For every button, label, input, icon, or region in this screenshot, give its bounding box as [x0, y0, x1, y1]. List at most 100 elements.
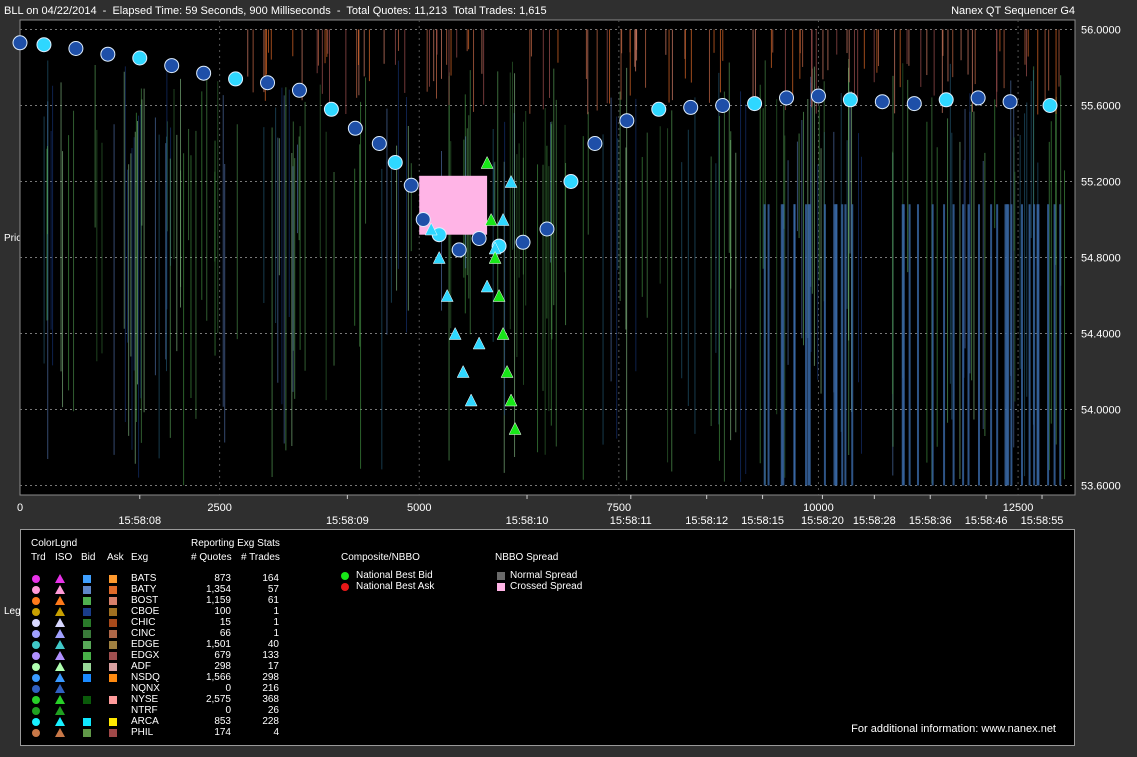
time-tick-label: 15:58:55	[1021, 515, 1064, 525]
best-bid-dot-icon	[341, 572, 349, 580]
best-ask-dot-icon	[341, 583, 349, 591]
iso-triangle-icon	[55, 618, 65, 627]
iso-triangle-icon	[55, 640, 65, 649]
legend-row-nsdq: NSDQ 1,566 298	[21, 672, 321, 683]
legend-row-baty: BATY 1,354 57	[21, 584, 321, 595]
bid-swatch	[83, 608, 91, 616]
ask-swatch	[109, 619, 117, 627]
iso-triangle-icon	[55, 706, 65, 715]
footer-link[interactable]: For additional information: www.nanex.ne…	[851, 723, 1056, 735]
x-tick-label: 0	[17, 502, 23, 514]
bid-swatch	[83, 575, 91, 583]
crossed-spread-label: Crossed Spread	[510, 581, 583, 592]
ask-swatch	[109, 608, 117, 616]
trade-count: 61	[267, 595, 279, 606]
quote-count: 1,501	[205, 639, 231, 650]
trade-marker	[323, 101, 339, 117]
price-chart: 56.0000 55.6000 55.2000 54.8000 54.4000 54.00…	[12, 19, 1121, 525]
legend-row-phil: PHIL 174 4	[21, 727, 321, 738]
bid-swatch	[83, 597, 91, 605]
time-tick-label: 15:58:15	[741, 515, 784, 525]
time-tick-label: 15:58:20	[801, 515, 844, 525]
trade-marker	[68, 41, 84, 56]
trade-dot-icon	[32, 707, 40, 715]
quote-count: 298	[214, 661, 231, 672]
bid-swatch	[83, 674, 91, 682]
iso-triangle-icon	[55, 585, 65, 594]
bid-swatch	[83, 729, 91, 737]
ask-swatch	[109, 575, 117, 583]
time-tick-label: 15:58:12	[685, 515, 728, 525]
trade-dot-icon	[32, 696, 40, 704]
exchange-name: CINC	[131, 628, 156, 639]
trade-marker	[810, 88, 826, 104]
legend-row-ntrf: NTRF 0 26	[21, 705, 321, 716]
trade-dot-icon	[32, 685, 40, 693]
exchange-name: BATY	[131, 584, 157, 595]
trade-marker	[970, 90, 986, 106]
iso-triangle-icon	[55, 662, 65, 671]
exchange-name: EDGE	[131, 639, 160, 650]
trade-count: 26	[267, 705, 279, 716]
trade-marker	[100, 46, 116, 62]
y-tick-label: 56.0000	[1081, 25, 1121, 37]
crossed-spread-block	[419, 175, 488, 235]
iso-triangle-icon	[55, 728, 65, 737]
iso-triangle-icon	[55, 607, 65, 616]
trade-marker	[347, 120, 363, 136]
x-tick-label: 10000	[803, 502, 834, 514]
bid-swatch	[83, 718, 91, 726]
exchange-name: NTRF	[131, 705, 158, 716]
legend-row-arca: ARCA 853 228	[21, 716, 321, 727]
quote-count: 174	[214, 727, 231, 738]
legend-row-adf: ADF 298 17	[21, 661, 321, 672]
exchange-name: PHIL	[131, 727, 154, 738]
trade-dot-icon	[32, 608, 40, 616]
trade-count: 1	[273, 617, 279, 628]
trade-marker	[779, 90, 795, 106]
trade-marker	[515, 234, 531, 250]
exchange-name: BATS	[131, 573, 157, 584]
legend-row-chic: CHIC 15 1	[21, 617, 321, 628]
quote-count: 873	[214, 573, 231, 584]
trade-count: 4	[273, 727, 279, 738]
legend-title: ColorLgnd	[31, 538, 78, 549]
trade-count: 57	[267, 584, 279, 595]
y-tick-label: 53.6000	[1081, 481, 1121, 493]
bid-swatch	[83, 663, 91, 671]
quote-count: 1,354	[205, 584, 231, 595]
quote-count: 0	[225, 705, 231, 716]
exchange-name: ARCA	[131, 716, 159, 727]
ask-swatch	[109, 718, 117, 726]
legend-row-edge: EDGE 1,501 40	[21, 639, 321, 650]
trade-dot-icon	[32, 674, 40, 682]
trade-count: 164	[262, 573, 279, 584]
ask-swatch	[109, 663, 117, 671]
trade-dot-icon	[32, 652, 40, 660]
trade-marker	[842, 92, 858, 108]
trade-marker	[587, 136, 603, 151]
ask-swatch	[109, 674, 117, 682]
time-tick-label: 15:58:10	[506, 515, 549, 525]
trade-marker	[228, 71, 244, 87]
iso-triangle-icon	[55, 629, 65, 638]
quote-count: 15	[219, 617, 231, 628]
ask-swatch	[109, 729, 117, 737]
trade-marker	[260, 75, 276, 91]
bid-swatch	[83, 619, 91, 627]
trade-count: 1	[273, 628, 279, 639]
trade-marker	[619, 113, 635, 129]
x-tick-label: 12500	[1003, 502, 1034, 514]
ask-swatch	[109, 696, 117, 704]
quote-count: 1,159	[205, 595, 231, 606]
legend-crossed-spread: Crossed Spread	[495, 581, 795, 592]
trade-marker	[387, 155, 403, 170]
x-tick-label: 7500	[607, 502, 631, 514]
trade-marker	[747, 96, 763, 112]
trade-marker	[403, 177, 419, 193]
bid-swatch	[83, 641, 91, 649]
trade-dot-icon	[32, 575, 40, 583]
col-header-bid: Bid	[81, 552, 96, 563]
bid-swatch	[83, 630, 91, 638]
trade-marker	[651, 101, 667, 117]
